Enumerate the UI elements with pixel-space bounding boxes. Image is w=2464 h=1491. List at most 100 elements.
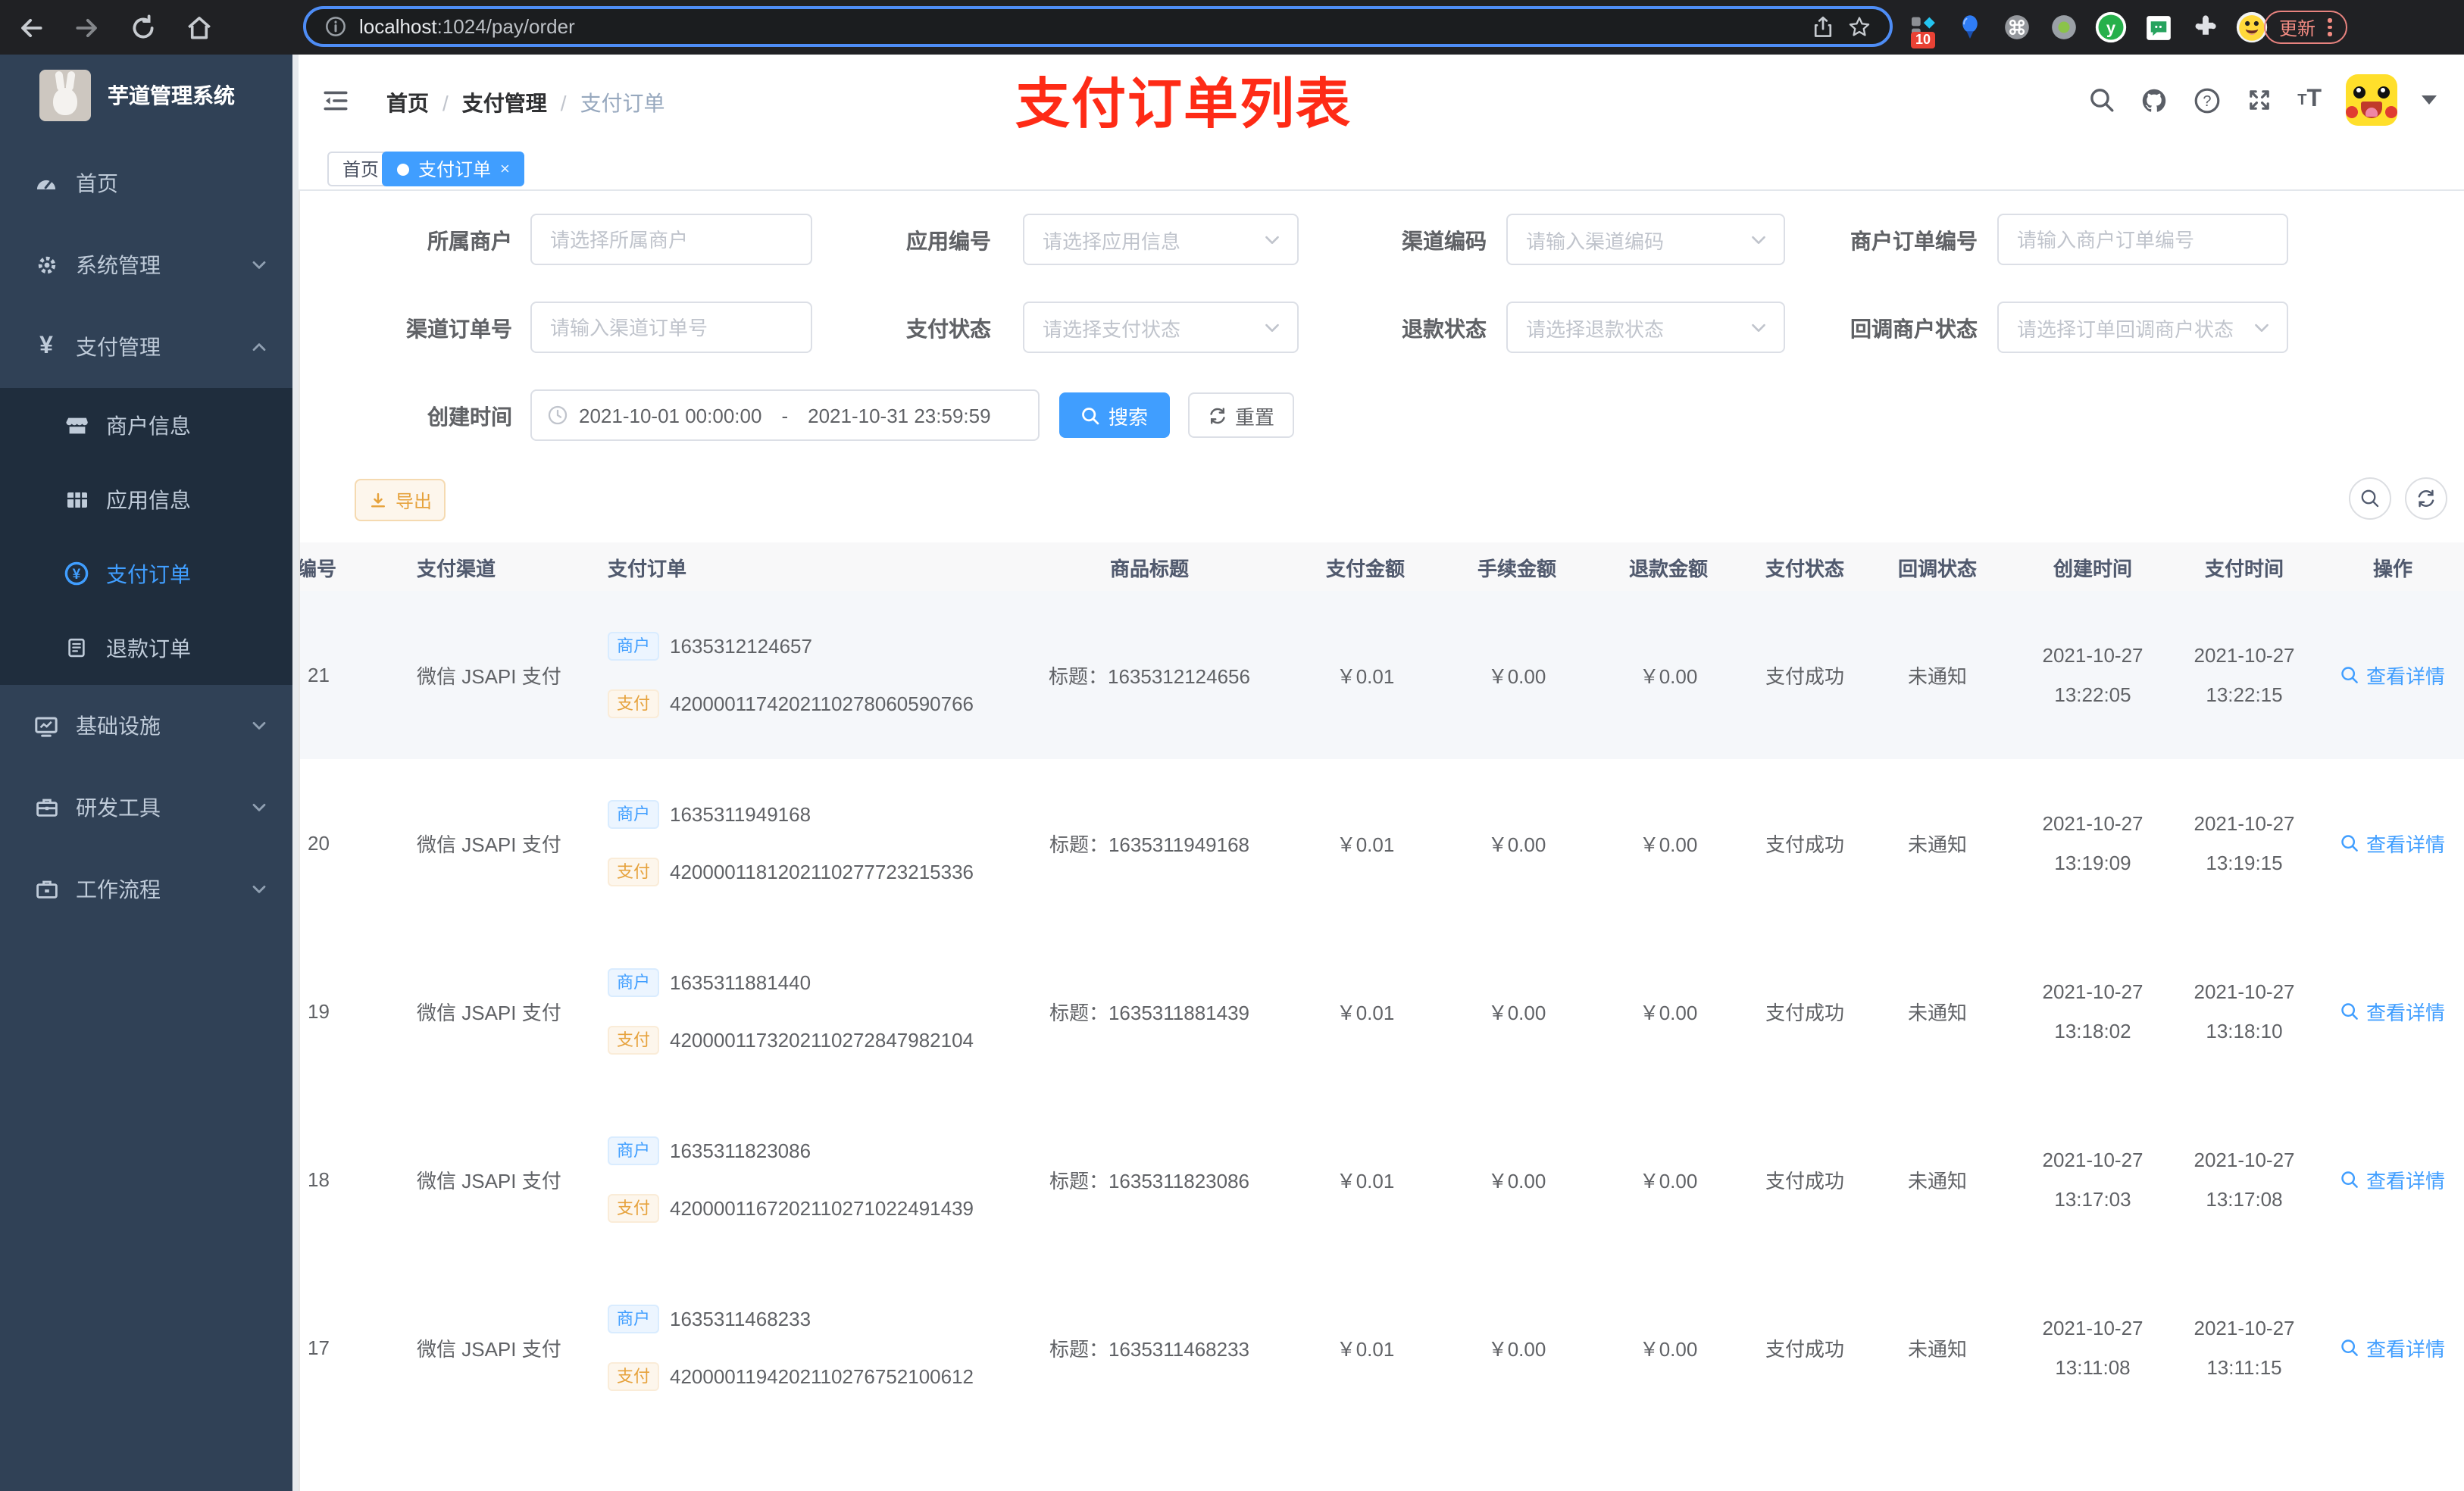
- extensions-puzzle-icon[interactable]: [2188, 11, 2222, 44]
- forward-icon[interactable]: [71, 12, 102, 42]
- browser-update-button[interactable]: 更新: [2264, 11, 2347, 44]
- github-icon[interactable]: [2140, 86, 2169, 114]
- cell-pay-time: 2021-10-27 13:18:10: [2194, 980, 2295, 1042]
- cell-pay-time: 2021-10-27 13:11:15: [2194, 1317, 2295, 1379]
- sidebar-item-应用信息[interactable]: 应用信息: [0, 462, 299, 536]
- fullscreen-icon[interactable]: [2246, 86, 2273, 114]
- filter-select-应用编号[interactable]: 请选择应用信息: [1023, 214, 1299, 265]
- view-detail-link[interactable]: 查看详情: [2340, 1333, 2445, 1362]
- filter-select-支付状态[interactable]: 请选择支付状态: [1023, 302, 1299, 353]
- sidebar-item-首页[interactable]: 首页: [0, 142, 299, 224]
- sidebar-menu: 首页 系统管理 ¥ 支付管理 商户信息 应用信息 ¥ 支付订单 退款订单 基础设施 研发工具 工作流程: [0, 142, 299, 930]
- app-title: 芋道管理系统: [108, 83, 235, 108]
- toggle-search-button[interactable]: [2349, 477, 2391, 520]
- url-path: :1024/pay/order: [436, 14, 575, 37]
- chevron-down-icon: [250, 799, 268, 817]
- browser-menu-icon[interactable]: [2328, 18, 2332, 36]
- workflow-extension-icon[interactable]: 10: [1906, 11, 1940, 48]
- cell-refund: ￥0.00: [1639, 1338, 1698, 1361]
- pay-tag: 支付: [608, 1026, 659, 1055]
- bookmark-star-icon[interactable]: [1847, 14, 1871, 39]
- cell-pay-status: 支付成功: [1765, 1002, 1844, 1024]
- table-row: 19 微信 JSAPI 支付 商户 1635311881440 支付 4200001173…: [300, 927, 2464, 1097]
- cell-title: 标题：1635311881439: [1049, 1002, 1250, 1024]
- column-header-操作: 操作: [2372, 557, 2412, 580]
- cell-channel: 微信 JSAPI 支付: [417, 665, 561, 688]
- breadcrumb-home[interactable]: 首页: [386, 88, 429, 118]
- user-avatar[interactable]: [2346, 74, 2397, 126]
- balloon-extension-icon[interactable]: [1953, 11, 1987, 44]
- sidebar-item-支付管理[interactable]: ¥ 支付管理: [0, 306, 299, 388]
- sidebar-item-系统管理[interactable]: 系统管理: [0, 224, 299, 306]
- filter-input-商户订单编号[interactable]: [1997, 214, 2288, 265]
- sidebar: 芋道管理系统 首页 系统管理 ¥ 支付管理 商户信息 应用信息 ¥ 支付订单 退款订单 基础设施研…: [0, 55, 299, 1491]
- cell-notify-status: 未通知: [1907, 1338, 1967, 1361]
- cell-refund: ￥0.00: [1639, 1170, 1698, 1192]
- filter-input-所属商户[interactable]: [530, 214, 812, 265]
- reset-button[interactable]: 重置: [1188, 392, 1294, 438]
- site-info-icon[interactable]: [324, 15, 347, 38]
- sidebar-item-退款订单[interactable]: 退款订单: [0, 611, 299, 685]
- home-icon[interactable]: [183, 12, 214, 42]
- cell-notify-status: 未通知: [1907, 665, 1967, 688]
- chevron-down-icon: [2252, 317, 2272, 337]
- breadcrumb-pay-manage[interactable]: 支付管理: [462, 88, 547, 118]
- tab-pay-order[interactable]: 支付订单 ×: [382, 152, 525, 186]
- filter-input-field-渠道订单号[interactable]: [532, 303, 811, 352]
- sidebar-item-支付订单[interactable]: ¥ 支付订单: [0, 536, 299, 611]
- cell-pay-status: 支付成功: [1765, 833, 1844, 856]
- back-icon[interactable]: [15, 12, 45, 42]
- app-logo[interactable]: 芋道管理系统: [0, 55, 299, 136]
- help-icon[interactable]: ?: [2193, 86, 2222, 114]
- cell-order-no: 商户 1635311949168 支付 42000011812021102777232…: [577, 800, 1017, 886]
- cell-amount: ￥0.01: [1336, 1338, 1395, 1361]
- record-extension-icon[interactable]: [2047, 11, 2081, 44]
- chat-extension-icon[interactable]: [2141, 11, 2175, 44]
- topbar-actions: ? TT: [2088, 55, 2437, 145]
- cell-title: 标题：1635312124656: [1049, 665, 1250, 688]
- filter-label-所属商户: 所属商户: [427, 229, 512, 253]
- cell-action: 查看详情: [2320, 997, 2464, 1026]
- refresh-table-button[interactable]: [2405, 477, 2447, 520]
- close-tab-icon[interactable]: ×: [500, 160, 510, 178]
- filter-select-渠道编码[interactable]: 请输入渠道编码: [1506, 214, 1785, 265]
- y-extension-icon[interactable]: y: [2094, 11, 2128, 44]
- view-detail-link[interactable]: 查看详情: [2340, 997, 2445, 1026]
- browser-toolbar: localhost:1024/pay/order 10 y 更新: [0, 0, 2464, 55]
- search-button[interactable]: 搜索: [1059, 392, 1170, 438]
- breadcrumb: 首页 / 支付管理 / 支付订单: [386, 88, 665, 118]
- sidebar-item-商户信息[interactable]: 商户信息: [0, 388, 299, 462]
- avatar-dropdown-icon[interactable]: [2422, 95, 2437, 105]
- url-bar[interactable]: localhost:1024/pay/order: [303, 6, 1893, 47]
- filter-input-field-所属商户[interactable]: [532, 215, 811, 264]
- main-content: 所属商户应用编号请选择应用信息渠道编码请输入渠道编码商户订单编号渠道订单号支付状…: [299, 191, 2464, 1491]
- create-time-range-picker[interactable]: 2021-10-01 00:00:00 - 2021-10-31 23:59:5…: [530, 389, 1040, 441]
- sidebar-item-工作流程[interactable]: 工作流程: [0, 849, 299, 930]
- search-icon[interactable]: [2088, 86, 2115, 114]
- chevron-down-icon: [1749, 230, 1768, 249]
- cell-title: 标题：1635311949168: [1049, 833, 1250, 856]
- view-detail-link[interactable]: 查看详情: [2340, 829, 2445, 858]
- font-size-icon[interactable]: TT: [2297, 86, 2322, 114]
- export-button[interactable]: 导出: [355, 479, 446, 521]
- cell-create-time: 2021-10-27 13:22:05: [2042, 644, 2143, 706]
- sidebar-scrollbar[interactable]: [292, 55, 299, 1491]
- filter-select-退款状态[interactable]: 请选择退款状态: [1506, 302, 1785, 353]
- table-row: 17 微信 JSAPI 支付 商户 1635311468233 支付 4200001194…: [300, 1264, 2464, 1433]
- filter-input-field-商户订单编号[interactable]: [1999, 215, 2287, 264]
- svg-text:y: y: [2106, 18, 2116, 37]
- collapse-menu-icon[interactable]: [321, 86, 350, 115]
- reload-icon[interactable]: [127, 12, 158, 42]
- cell-action: 查看详情: [2320, 1333, 2464, 1362]
- merchant-tag: 商户: [608, 800, 659, 829]
- command-extension-icon[interactable]: [2000, 11, 2034, 44]
- view-detail-link[interactable]: 查看详情: [2340, 1165, 2445, 1194]
- sidebar-item-研发工具[interactable]: 研发工具: [0, 767, 299, 849]
- filter-input-渠道订单号[interactable]: [530, 302, 812, 353]
- view-detail-link[interactable]: 查看详情: [2340, 661, 2445, 689]
- cell-pay-status: 支付成功: [1765, 1338, 1844, 1361]
- share-icon[interactable]: [1811, 14, 1835, 39]
- filter-select-回调商户状态[interactable]: 请选择订单回调商户状态: [1997, 302, 2288, 353]
- sidebar-item-基础设施[interactable]: 基础设施: [0, 685, 299, 767]
- table-row-partial: 商户1635311351736: [300, 1432, 2464, 1491]
